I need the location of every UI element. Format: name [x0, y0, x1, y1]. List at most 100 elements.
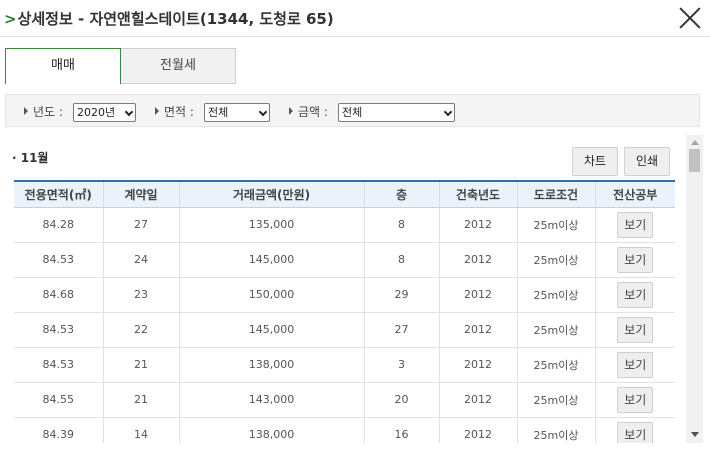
- cell-price: 145,000: [178, 312, 364, 348]
- cell-build-year: 2012: [438, 312, 517, 348]
- cell-floor: 27: [363, 312, 439, 348]
- col-header-build-year: 건축년도: [438, 180, 517, 208]
- view-button[interactable]: 보기: [617, 211, 654, 238]
- view-button[interactable]: 보기: [617, 421, 654, 443]
- close-icon[interactable]: [678, 6, 702, 30]
- title-bar: >상세정보 - 자연앤힐스테이트(1344, 도청로 65): [0, 0, 710, 37]
- cell-registry: 보기: [594, 382, 675, 418]
- amount-select[interactable]: 전체: [338, 103, 455, 122]
- vertical-scrollbar[interactable]: [686, 135, 703, 443]
- cell-floor: 8: [363, 207, 439, 243]
- content-panel: · 11월 차트 인쇄 전용면적(㎡) 계약일 거래금액(만원) 층 건축년도 …: [0, 135, 686, 443]
- month-heading: · 11월: [12, 151, 49, 165]
- cell-build-year: 2012: [438, 242, 517, 278]
- cell-area: 84.28: [14, 207, 103, 243]
- cell-registry: 보기: [594, 312, 675, 348]
- col-header-price: 거래금액(만원): [178, 180, 364, 208]
- scroll-down-arrow-icon[interactable]: [691, 432, 699, 437]
- view-button[interactable]: 보기: [617, 316, 654, 343]
- table-row: 84.39 14 138,000 16 2012 25m이상 보기: [14, 417, 675, 443]
- cell-contract-day: 27: [102, 207, 179, 243]
- cell-price: 145,000: [178, 242, 364, 278]
- chevron-right-icon: >: [4, 10, 17, 28]
- tab-sale[interactable]: 매매: [5, 48, 121, 84]
- cell-registry: 보기: [594, 277, 675, 313]
- cell-road: 25m이상: [516, 347, 595, 383]
- cell-build-year: 2012: [438, 382, 517, 418]
- cell-road: 25m이상: [516, 417, 595, 443]
- scroll-up-arrow-icon[interactable]: [691, 140, 699, 145]
- cell-contract-day: 21: [102, 347, 179, 383]
- table-row: 84.68 23 150,000 29 2012 25m이상 보기: [14, 277, 675, 313]
- cell-price: 143,000: [178, 382, 364, 418]
- view-button[interactable]: 보기: [617, 246, 654, 273]
- cell-price: 150,000: [178, 277, 364, 313]
- cell-area: 84.53: [14, 347, 103, 383]
- table-row: 84.55 21 143,000 20 2012 25m이상 보기: [14, 382, 675, 418]
- table-row: 84.28 27 135,000 8 2012 25m이상 보기: [14, 207, 675, 243]
- cell-registry: 보기: [594, 347, 675, 383]
- cell-area: 84.39: [14, 417, 103, 443]
- chart-button[interactable]: 차트: [572, 147, 618, 176]
- cell-build-year: 2012: [438, 277, 517, 313]
- print-button[interactable]: 인쇄: [624, 147, 670, 176]
- cell-area: 84.55: [14, 382, 103, 418]
- scrollbar-thumb[interactable]: [689, 149, 700, 172]
- area-filter-label: 면적 :: [155, 103, 194, 120]
- cell-price: 135,000: [178, 207, 364, 243]
- view-button[interactable]: 보기: [617, 351, 654, 378]
- transaction-table: 전용면적(㎡) 계약일 거래금액(만원) 층 건축년도 도로조건 전산공부 84…: [14, 180, 675, 443]
- cell-floor: 3: [363, 347, 439, 383]
- cell-floor: 29: [363, 277, 439, 313]
- cell-road: 25m이상: [516, 242, 595, 278]
- cell-price: 138,000: [178, 417, 364, 443]
- col-header-contract-day: 계약일: [102, 180, 179, 208]
- view-button[interactable]: 보기: [617, 281, 654, 308]
- cell-build-year: 2012: [438, 347, 517, 383]
- cell-floor: 8: [363, 242, 439, 278]
- table-row: 84.53 22 145,000 27 2012 25m이상 보기: [14, 312, 675, 348]
- cell-area: 84.68: [14, 277, 103, 313]
- cell-price: 138,000: [178, 347, 364, 383]
- chevron-down-icon: [124, 107, 134, 117]
- area-select[interactable]: 전체: [204, 103, 270, 122]
- table-header-row: 전용면적(㎡) 계약일 거래금액(만원) 층 건축년도 도로조건 전산공부: [14, 180, 675, 208]
- triangle-right-icon: [24, 107, 28, 115]
- cell-registry: 보기: [594, 242, 675, 278]
- triangle-right-icon: [155, 107, 159, 115]
- window-title-text: 상세정보 - 자연앤힐스테이트(1344, 도청로 65): [17, 10, 334, 28]
- triangle-right-icon: [289, 107, 293, 115]
- cell-registry: 보기: [594, 207, 675, 243]
- cell-area: 84.53: [14, 312, 103, 348]
- col-header-area: 전용면적(㎡): [14, 180, 103, 208]
- chevron-down-icon: [443, 107, 453, 117]
- view-button[interactable]: 보기: [617, 386, 654, 413]
- col-header-floor: 층: [363, 180, 439, 208]
- cell-floor: 20: [363, 382, 439, 418]
- table-row: 84.53 21 138,000 3 2012 25m이상 보기: [14, 347, 675, 383]
- amount-filter-label: 금액 :: [289, 103, 328, 120]
- chevron-down-icon: [258, 107, 268, 117]
- cell-build-year: 2012: [438, 207, 517, 243]
- cell-registry: 보기: [594, 417, 675, 443]
- col-header-road: 도로조건: [516, 180, 595, 208]
- cell-contract-day: 21: [102, 382, 179, 418]
- cell-build-year: 2012: [438, 417, 517, 443]
- window-title: >상세정보 - 자연앤힐스테이트(1344, 도청로 65): [4, 8, 334, 29]
- cell-road: 25m이상: [516, 277, 595, 313]
- tab-rent[interactable]: 전월세: [120, 48, 236, 84]
- year-filter-label: 년도 :: [24, 103, 63, 120]
- col-header-registry: 전산공부: [594, 180, 675, 208]
- cell-area: 84.53: [14, 242, 103, 278]
- cell-floor: 16: [363, 417, 439, 443]
- cell-contract-day: 24: [102, 242, 179, 278]
- filter-bar: 년도 : 2020년 면적 : 전체 금액 : 전체: [5, 94, 700, 127]
- cell-contract-day: 14: [102, 417, 179, 443]
- cell-road: 25m이상: [516, 312, 595, 348]
- cell-contract-day: 22: [102, 312, 179, 348]
- table-row: 84.53 24 145,000 8 2012 25m이상 보기: [14, 242, 675, 278]
- cell-contract-day: 23: [102, 277, 179, 313]
- cell-road: 25m이상: [516, 382, 595, 418]
- cell-road: 25m이상: [516, 207, 595, 243]
- year-select[interactable]: 2020년: [73, 103, 136, 122]
